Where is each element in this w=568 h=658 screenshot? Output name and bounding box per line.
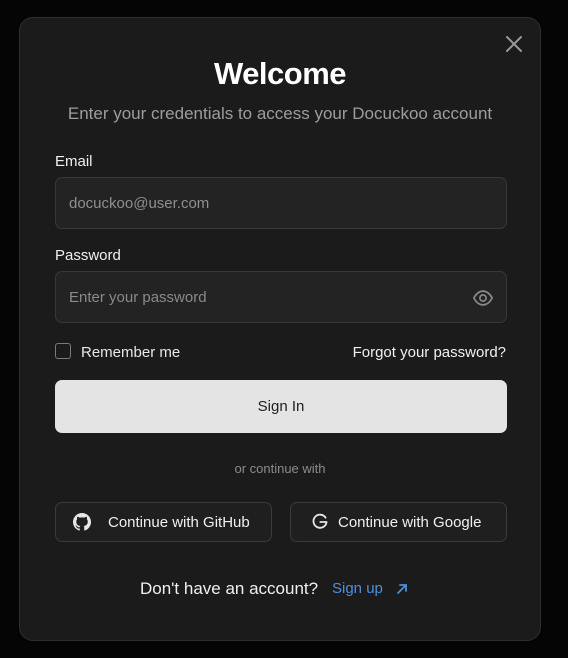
divider-text: or continue with bbox=[234, 461, 326, 476]
password-field[interactable] bbox=[56, 272, 506, 322]
forgot-password-link[interactable]: Forgot your password? bbox=[353, 344, 506, 361]
dialog-title: Welcome bbox=[213, 56, 347, 91]
github-button-label: Continue with GitHub bbox=[108, 514, 250, 531]
google-icon bbox=[312, 513, 328, 529]
github-button[interactable]: Continue with GitHub bbox=[55, 502, 272, 542]
sign-in-button[interactable]: Sign In bbox=[55, 380, 507, 433]
google-button-label: Continue with Google bbox=[338, 514, 482, 531]
remember-label[interactable]: Remember me bbox=[81, 344, 180, 361]
email-field-container bbox=[55, 177, 507, 229]
login-dialog: Welcome Enter your credentials to access… bbox=[19, 17, 541, 641]
signup-prompt: Don't have an account? bbox=[140, 579, 319, 598]
eye-icon[interactable] bbox=[472, 287, 494, 309]
password-field-container bbox=[55, 271, 507, 323]
github-icon bbox=[73, 513, 91, 531]
email-label: Email bbox=[55, 153, 93, 170]
arrow-up-right-icon[interactable] bbox=[395, 582, 409, 596]
email-field[interactable] bbox=[56, 178, 506, 228]
dialog-subtitle: Enter your credentials to access your Do… bbox=[67, 104, 493, 123]
sign-up-link[interactable]: Sign up bbox=[332, 580, 383, 597]
close-icon[interactable] bbox=[504, 34, 524, 54]
remember-checkbox[interactable] bbox=[55, 343, 71, 359]
google-button[interactable]: Continue with Google bbox=[290, 502, 507, 542]
password-label: Password bbox=[55, 247, 121, 264]
